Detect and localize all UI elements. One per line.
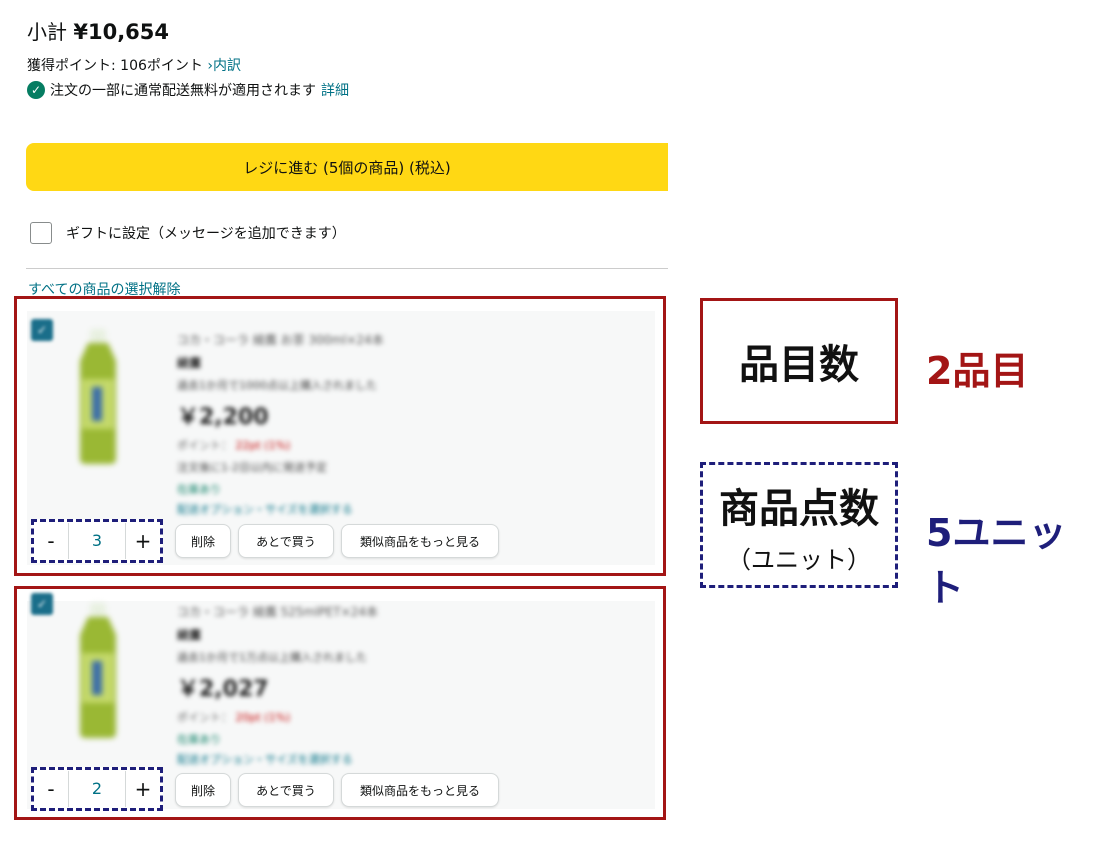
item-points-label: ポイント： — [177, 439, 232, 452]
item-brand: 綾鷹 — [177, 356, 202, 370]
gift-label: ギフトに設定（メッセージを追加できます） — [66, 226, 346, 242]
quantity-stepper: - 3 + — [31, 519, 163, 563]
checkout-button[interactable]: レジに進む (5個の商品) (税込) — [26, 143, 668, 191]
gift-option[interactable]: ギフトに設定（メッセージを追加できます） — [30, 222, 346, 244]
check-circle-icon: ✓ — [27, 81, 45, 99]
quantity-value[interactable]: 3 — [68, 523, 126, 559]
item-note: 過去1か月で1万点以上購入されました — [177, 651, 367, 664]
points-text: 獲得ポイント: 106ポイント — [27, 58, 203, 74]
cart-item: ✓ コカ・コーラ 綾鷹 お茶 300ml×24本 綾鷹 過去1か月で1000点以… — [14, 296, 666, 576]
item-stock: 在庫あり — [177, 733, 221, 746]
bottle-image — [80, 603, 116, 738]
item-checkbox[interactable]: ✓ — [31, 319, 53, 341]
units-label: 商品点数 — [719, 485, 879, 532]
item-note: 過去1か月で1000点以上購入されました — [177, 379, 377, 392]
shipping-text: 注文の一部に通常配送無料が適用されます — [50, 83, 316, 99]
units-count: 5ユニット — [926, 511, 1067, 610]
item-points-value: 22pt (1%) — [235, 439, 291, 452]
item-types-label: 品目数 — [739, 342, 859, 388]
item-price: ￥2,200 — [177, 405, 269, 430]
divider — [26, 268, 668, 269]
item-details: コカ・コーラ 綾鷹 525mlPET×24本 綾鷹 過去1か月で1万点以上購入さ… — [177, 603, 497, 767]
gift-checkbox[interactable] — [30, 222, 52, 244]
shipping-details-link[interactable]: 詳細 — [321, 80, 349, 100]
units-sublabel: （ユニット） — [727, 545, 871, 574]
save-for-later-button[interactable]: あとで買う — [238, 524, 334, 558]
item-checkbox[interactable]: ✓ — [31, 593, 53, 615]
item-points-label: ポイント： — [177, 711, 232, 724]
item-brand: 綾鷹 — [177, 628, 202, 642]
item-details: コカ・コーラ 綾鷹 お茶 300ml×24本 綾鷹 過去1か月で1000点以上購… — [177, 331, 497, 517]
item-price: ￥2,027 — [177, 677, 269, 702]
item-delivery: 注文後に1-2日以内に発送予定 — [177, 461, 327, 474]
item-points-value: 20pt (1%) — [235, 711, 291, 724]
increment-button[interactable]: + — [126, 777, 160, 801]
decrement-button[interactable]: - — [34, 529, 68, 553]
bottle-image — [80, 329, 116, 464]
subtotal-label: 小計 — [27, 20, 67, 44]
decrement-button[interactable]: - — [34, 777, 68, 801]
see-similar-button[interactable]: 類似商品をもっと見る — [341, 524, 499, 558]
points-row: 獲得ポイント: 106ポイント ›内訳 — [27, 55, 241, 75]
subtotal-amount: ¥10,654 — [73, 20, 170, 44]
item-options-link[interactable]: 配送オプション・サイズを選択する — [177, 751, 497, 767]
increment-button[interactable]: + — [126, 529, 160, 553]
item-types-count: 2品目 — [926, 349, 1029, 393]
subtotal: 小計 ¥10,654 — [27, 16, 169, 45]
save-for-later-button[interactable]: あとで買う — [238, 773, 334, 807]
item-points: ポイント： 20pt (1%) — [177, 709, 497, 725]
quantity-stepper: - 2 + — [31, 767, 163, 811]
shipping-row: ✓ 注文の一部に通常配送無料が適用されます 詳細 — [27, 80, 349, 100]
delete-button[interactable]: 削除 — [175, 773, 231, 807]
item-title[interactable]: コカ・コーラ 綾鷹 お茶 300ml×24本 — [177, 331, 497, 348]
cart-item: ✓ コカ・コーラ 綾鷹 525mlPET×24本 綾鷹 過去1か月で1万点以上購… — [14, 586, 666, 820]
item-points: ポイント： 22pt (1%) — [177, 437, 497, 453]
points-breakdown-link[interactable]: ›内訳 — [207, 58, 241, 74]
item-options-link[interactable]: 配送オプション・サイズを選択する — [177, 501, 497, 517]
units-legend: 商品点数 （ユニット） — [700, 462, 898, 588]
see-similar-button[interactable]: 類似商品をもっと見る — [341, 773, 499, 807]
quantity-value[interactable]: 2 — [68, 771, 126, 807]
item-title[interactable]: コカ・コーラ 綾鷹 525mlPET×24本 — [177, 603, 497, 620]
delete-button[interactable]: 削除 — [175, 524, 231, 558]
item-types-legend: 品目数 — [700, 298, 898, 424]
item-stock: 在庫あり — [177, 483, 221, 496]
